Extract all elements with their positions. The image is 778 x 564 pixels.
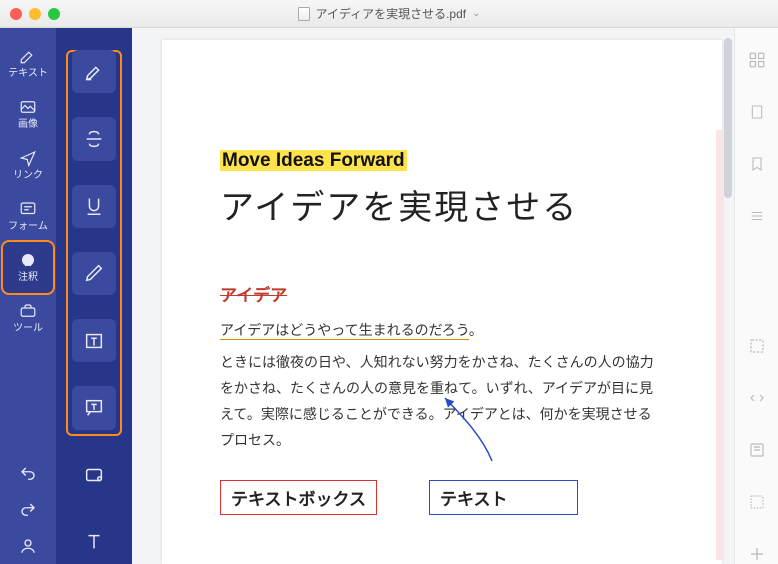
sidebar-item-label: ツール <box>13 324 43 334</box>
sidebar-item-label: 注釈 <box>18 273 38 283</box>
window-title-text: アイディアを実現させる.pdf <box>316 5 467 22</box>
primary-sidebar: テキスト 画像 リンク フォーム 注釈 ツール <box>0 28 56 564</box>
highlighted-heading: Move Ideas Forward <box>220 150 407 171</box>
underline-tool[interactable] <box>72 185 116 228</box>
sidebar-item-label: 画像 <box>18 120 38 130</box>
sidebar-item-form[interactable]: フォーム <box>3 191 53 242</box>
page-margin-strip <box>716 130 722 560</box>
text-annotation[interactable]: テキスト <box>429 480 579 515</box>
strikethrough-tool[interactable] <box>72 117 116 160</box>
callout-arrow <box>437 396 527 476</box>
bookmark-icon[interactable] <box>747 154 767 174</box>
window-controls <box>0 8 60 20</box>
minimize-window-button[interactable] <box>29 8 41 20</box>
toolbar-highlight-outline <box>66 50 122 436</box>
annotation-icon <box>18 250 38 270</box>
sidebar-item-label: テキスト <box>8 69 48 79</box>
pdf-file-icon <box>298 7 310 21</box>
text-box-annotation[interactable]: テキストボックス <box>220 480 377 515</box>
right-panel <box>734 28 778 564</box>
document-viewport[interactable]: Move Ideas Forward アイデアを実現させる アイデア アイデアは… <box>132 28 734 564</box>
close-window-button[interactable] <box>10 8 22 20</box>
image-icon <box>18 97 38 117</box>
title-chevron-icon: ⌄ <box>472 8 480 19</box>
zoom-window-button[interactable] <box>48 8 60 20</box>
sidebar-item-link[interactable]: リンク <box>3 140 53 191</box>
link-icon <box>18 148 38 168</box>
pencil-tool[interactable] <box>72 252 116 295</box>
highlight-tool[interactable] <box>72 50 116 93</box>
user-button[interactable] <box>3 528 53 564</box>
undo-button[interactable] <box>3 456 53 492</box>
page-title-jp: アイデアを実現させる <box>220 180 664 229</box>
properties-panel-icon[interactable] <box>747 440 767 460</box>
page-icon[interactable] <box>747 102 767 122</box>
pdf-page: Move Ideas Forward アイデアを実現させる アイデア アイデアは… <box>162 40 722 564</box>
annotation-toolbar <box>56 28 132 564</box>
sidebar-item-annotation[interactable]: 注釈 <box>3 242 53 293</box>
sidebar-item-text[interactable]: テキスト <box>3 38 53 89</box>
thumbnails-icon[interactable] <box>747 50 767 70</box>
redo-button[interactable] <box>3 492 53 528</box>
text-insert-tool[interactable] <box>72 521 116 564</box>
text-box-tool[interactable] <box>72 319 116 362</box>
text-callout-tool[interactable] <box>72 386 116 429</box>
area-highlight-tool[interactable] <box>72 454 116 497</box>
search-panel-icon[interactable] <box>747 336 767 356</box>
title-bar: アイディアを実現させる.pdf ⌄ <box>0 0 778 28</box>
crop-panel-icon[interactable] <box>747 492 767 512</box>
sidebar-item-label: フォーム <box>8 222 48 232</box>
add-button[interactable] <box>747 544 767 564</box>
sidebar-item-image[interactable]: 画像 <box>3 89 53 140</box>
text-edit-icon <box>18 46 38 66</box>
window-title: アイディアを実現させる.pdf ⌄ <box>0 5 778 22</box>
vertical-scrollbar[interactable] <box>724 38 732 198</box>
toolbox-icon <box>18 301 38 321</box>
form-icon <box>18 199 38 219</box>
sidebar-item-tool[interactable]: ツール <box>3 293 53 344</box>
strikethrough-text: アイデア <box>220 281 287 306</box>
underlined-sentence: アイデアはどうやって生まれるのだろう。 <box>220 320 664 340</box>
sidebar-item-label: リンク <box>13 171 43 181</box>
outline-icon[interactable] <box>747 206 767 226</box>
code-panel-icon[interactable] <box>747 388 767 408</box>
